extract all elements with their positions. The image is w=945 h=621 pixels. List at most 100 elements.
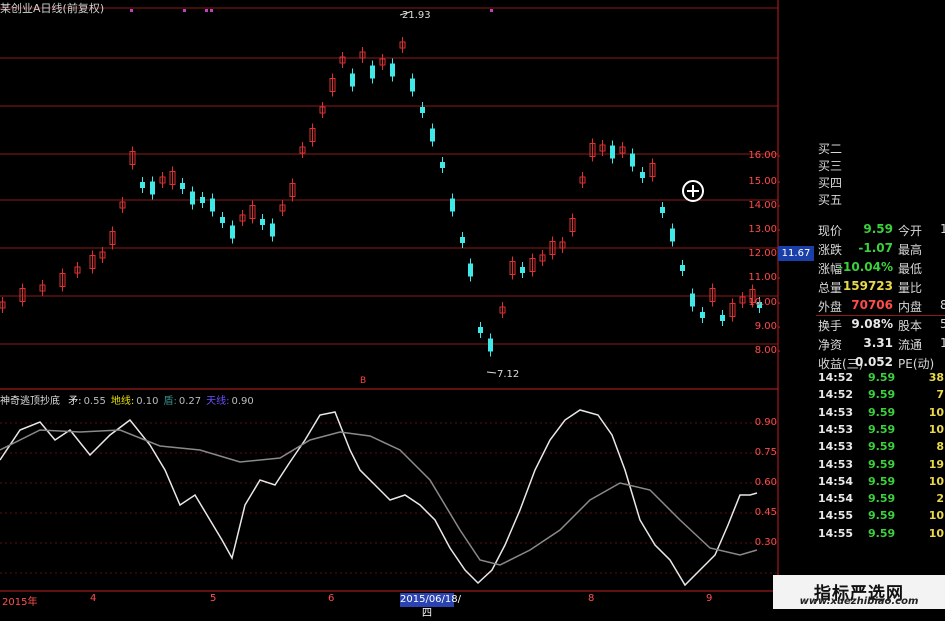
tick-volume: 38 [928, 371, 944, 384]
tick-time: 14:53 [818, 440, 854, 454]
quote-label-2: 最低 [898, 262, 923, 276]
quote-value: 9.59 [863, 222, 893, 236]
candle-body [630, 153, 635, 167]
order-book-label: 买三 [818, 159, 843, 173]
candle-body [488, 338, 493, 352]
quote-label-2: PE(动) [898, 357, 935, 371]
tick-volume: 10 [928, 474, 944, 488]
tick-time: 14:55 [818, 526, 854, 540]
time-axis-label: 6 [328, 593, 335, 604]
tick-time: 14:53 [818, 422, 854, 436]
signal-marker [490, 9, 493, 12]
tick-price: 9.59 [868, 422, 896, 436]
price-tick-label: 14.00 [748, 200, 777, 211]
candle-body [700, 312, 705, 318]
legend-item-value: 0.10 [136, 396, 159, 407]
legend-item-value: 0.27 [178, 396, 202, 407]
indicator-tick-label: 0.90 [754, 417, 777, 428]
candle-body [220, 217, 225, 223]
candle-body [410, 78, 415, 92]
tick-price: 9.59 [868, 405, 896, 419]
indicator-tick-label: 0.30 [754, 537, 777, 548]
quote-value-2: 8 [940, 298, 945, 312]
quote-label-2: 今开 [898, 224, 923, 238]
indicator-tick-label: 0.45 [754, 507, 777, 518]
tick-time: 14:52 [818, 371, 854, 384]
candle-body [460, 237, 465, 243]
candle-body [720, 315, 725, 321]
time-axis-label: 2015年 [2, 597, 38, 608]
candle-body [660, 207, 665, 213]
quote-label-2: 内盘 [898, 300, 923, 314]
candle-body [670, 228, 675, 242]
candle-body [478, 327, 483, 333]
tick-volume: 8 [936, 440, 944, 454]
order-book-label: 买二 [818, 142, 843, 156]
time-axis-label: 8 [588, 593, 595, 604]
candle-body [270, 223, 275, 237]
quote-label: 外盘 [818, 300, 843, 314]
quote-row: 外盘 70706 内盘 8 [816, 298, 945, 316]
tick-time: 14:53 [818, 405, 854, 419]
tick-volume: 2 [936, 492, 944, 506]
signal-marker [183, 9, 186, 12]
tick-price: 9.59 [868, 371, 896, 384]
candle-body [440, 162, 445, 168]
time-axis-label: 5 [210, 593, 217, 604]
tick-time: 14:53 [818, 457, 854, 471]
candle-body [430, 128, 435, 142]
tick-time: 14:55 [818, 509, 854, 523]
quote-value: 9.08% [851, 317, 893, 331]
tick-volume: 10 [928, 526, 944, 540]
legend-item: 地线: 0.10 [111, 396, 159, 407]
indicator-tick-label: 0.75 [754, 447, 777, 458]
order-book-label: 买四 [818, 176, 843, 190]
legend-item-label: 矛: [68, 396, 82, 407]
candle-body [150, 181, 155, 195]
indicator-tick-label: 0.60 [754, 477, 777, 488]
price-tick-label: 13.00 [748, 224, 777, 235]
candle-body [468, 263, 473, 277]
tick-price: 9.59 [868, 474, 896, 488]
candle-body [390, 63, 395, 77]
tick-row: 14:529.597B [816, 388, 945, 405]
quote-value-2: 1 [940, 222, 945, 236]
current-price-badge: 11.67 [778, 246, 814, 261]
chart-title: 某创业A日线(前复权) [0, 2, 105, 15]
kline-chart[interactable]: B [0, 0, 780, 609]
tick-row: 14:539.5910B [816, 406, 945, 423]
legend-item-label: 天线: [206, 396, 230, 407]
legend-item-value: 0.55 [83, 396, 106, 407]
quote-value: 70706 [851, 298, 893, 312]
indicator-legend: 神奇逃顶抄底 矛: 0.55 地线: 0.10 盾: 0.27 天线: 0.90 [0, 392, 254, 407]
quote-row: 净资 3.31 流通 1 [816, 336, 945, 354]
candle-body [420, 107, 425, 113]
tick-price: 9.59 [868, 457, 896, 471]
quote-label-2: 股本 [898, 319, 923, 333]
quote-value: 159723 [842, 279, 893, 293]
quote-row: 涨跌 -1.07 最高 [816, 241, 945, 259]
quote-value: -10.04% [838, 260, 893, 274]
indicator-line-dun [0, 429, 758, 566]
tick-time: 14:54 [818, 474, 854, 488]
quote-value: -1.07 [858, 241, 893, 255]
tick-row: 14:539.5919B [816, 458, 945, 475]
candle-body [190, 191, 195, 205]
tick-row: 14:559.5910B [816, 509, 945, 526]
price-tick-label: 11.00 [748, 272, 777, 283]
quote-row: 涨幅 -10.04% 最低 [816, 260, 945, 278]
tick-row: 14:529.5938B [816, 371, 945, 388]
tick-time: 14:54 [818, 492, 854, 506]
time-axis-label: 4 [90, 593, 97, 604]
date-badge: 2015/06/18/四 [400, 593, 462, 619]
quote-label: 总量 [818, 281, 843, 295]
quote-label-2: 最高 [898, 243, 923, 257]
candle-body [640, 172, 645, 178]
candle-body [520, 267, 525, 273]
signal-marker [130, 9, 133, 12]
legend-item-value: 0.90 [231, 396, 254, 407]
quote-value-2: 5 [940, 317, 945, 331]
tick-price: 9.59 [868, 492, 896, 506]
tick-price: 9.59 [868, 526, 896, 540]
tick-list[interactable]: 14:529.5938B14:529.597B14:539.5910B14:53… [816, 371, 945, 571]
